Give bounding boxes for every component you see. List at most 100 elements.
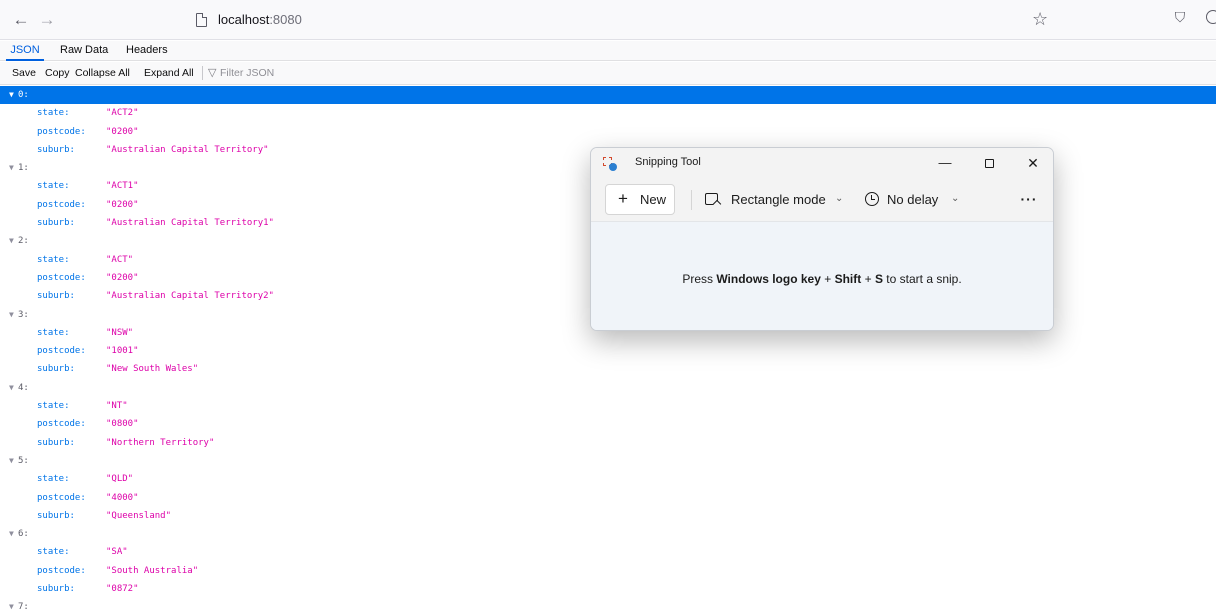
snipping-tool-titlebar[interactable]: Snipping Tool — ✕ xyxy=(591,148,1053,178)
window-title: Snipping Tool xyxy=(635,156,701,168)
json-value: "Australian Capital Territory" xyxy=(106,144,269,155)
expand-all-button[interactable]: Expand All xyxy=(144,67,194,79)
json-value: "QLD" xyxy=(106,474,134,485)
json-field-row[interactable]: state: "SA" xyxy=(0,543,1216,561)
expand-twisty-icon[interactable]: ▼ xyxy=(9,86,14,104)
json-field-row[interactable]: postcode: "0800" xyxy=(0,415,1216,433)
expand-twisty-icon[interactable]: ▼ xyxy=(9,525,14,543)
url-host: localhost xyxy=(218,12,270,27)
json-item-row[interactable]: ▼ 0: xyxy=(0,86,1216,105)
plus-icon: + xyxy=(618,189,628,208)
tab-headers[interactable]: Headers xyxy=(126,41,168,61)
rectangle-mode-icon[interactable] xyxy=(705,193,718,205)
bookmark-star-icon[interactable]: ☆ xyxy=(1032,8,1048,30)
json-value: "South Australia" xyxy=(106,565,199,576)
clock-icon[interactable] xyxy=(865,192,879,206)
json-field-row[interactable]: suburb: "Northern Territory" xyxy=(0,434,1216,452)
new-button-label: New xyxy=(640,192,667,207)
json-key: suburb: xyxy=(37,144,75,155)
json-value: "1001" xyxy=(106,346,139,357)
minimize-icon[interactable]: — xyxy=(931,152,959,174)
commandbar-divider xyxy=(691,190,692,210)
collapse-all-button[interactable]: Collapse All xyxy=(75,67,130,79)
json-field-row[interactable]: state: "NT" xyxy=(0,397,1216,415)
new-snip-button[interactable]: + New xyxy=(605,184,675,215)
tab-raw-data[interactable]: Raw Data xyxy=(60,41,108,61)
item-index: 2: xyxy=(18,236,29,247)
address-bar[interactable]: localhost:8080 xyxy=(186,5,1064,35)
json-value: "0200" xyxy=(106,272,139,283)
json-field-row[interactable]: postcode: "1001" xyxy=(0,342,1216,360)
json-field-row[interactable]: state: "QLD" xyxy=(0,470,1216,488)
delay-dropdown[interactable]: No delay xyxy=(887,192,938,207)
json-key: postcode: xyxy=(37,272,86,283)
json-item-row[interactable]: ▼ 6: xyxy=(0,525,1216,543)
json-key: state: xyxy=(37,547,70,558)
maximize-icon[interactable] xyxy=(975,152,1003,174)
item-index: 5: xyxy=(18,455,29,466)
json-field-row[interactable]: state: "ACT2" xyxy=(0,104,1216,122)
copy-button[interactable]: Copy xyxy=(45,67,70,79)
filter-icon: ▽ xyxy=(208,67,217,79)
json-key: suburb: xyxy=(37,364,75,375)
close-icon[interactable]: ✕ xyxy=(1019,152,1047,174)
snip-hint-text: Press Windows logo key + Shift + S to st… xyxy=(682,272,962,286)
pocket-icon[interactable]: ⛉ xyxy=(1172,9,1188,25)
filter-json-input[interactable] xyxy=(220,64,420,82)
json-item-row[interactable]: ▼ 4: xyxy=(0,379,1216,397)
hint-key-shift: Shift xyxy=(834,272,862,286)
snipping-tool-window: Snipping Tool — ✕ + New Rectangle mode ⌄… xyxy=(590,147,1054,331)
json-field-row[interactable]: postcode: "South Australia" xyxy=(0,562,1216,580)
forward-arrow-icon[interactable]: → xyxy=(36,9,58,31)
expand-twisty-icon[interactable]: ▼ xyxy=(9,598,14,615)
json-key: postcode: xyxy=(37,126,86,137)
snipping-tool-commandbar: + New Rectangle mode ⌄ No delay ⌄ ··· xyxy=(591,178,1053,222)
back-arrow-icon[interactable]: ← xyxy=(10,9,32,31)
json-key: postcode: xyxy=(37,565,86,576)
chevron-down-icon[interactable]: ⌄ xyxy=(951,193,959,204)
json-key: postcode: xyxy=(37,199,86,210)
json-key: state: xyxy=(37,327,70,338)
json-key: state: xyxy=(37,254,70,265)
account-icon[interactable] xyxy=(1206,10,1216,24)
json-key: state: xyxy=(37,181,70,192)
json-value: "0200" xyxy=(106,199,139,210)
url-text[interactable]: localhost:8080 xyxy=(218,12,302,27)
json-key: postcode: xyxy=(37,346,86,357)
expand-twisty-icon[interactable]: ▼ xyxy=(9,306,14,324)
json-value: "ACT1" xyxy=(106,181,139,192)
expand-twisty-icon[interactable]: ▼ xyxy=(9,379,14,397)
json-field-row[interactable]: suburb: "Queensland" xyxy=(0,507,1216,525)
page-icon xyxy=(196,13,207,27)
json-item-row[interactable]: ▼ 7: xyxy=(0,598,1216,615)
json-value: "4000" xyxy=(106,492,139,503)
json-key: suburb: xyxy=(37,584,75,595)
json-key: state: xyxy=(37,108,70,119)
json-item-row[interactable]: ▼ 5: xyxy=(0,452,1216,470)
json-field-row[interactable]: postcode: "0200" xyxy=(0,123,1216,141)
json-value: "NSW" xyxy=(106,327,134,338)
item-index: 4: xyxy=(18,382,29,393)
expand-twisty-icon[interactable]: ▼ xyxy=(9,452,14,470)
json-value: "0872" xyxy=(106,584,139,595)
json-key: suburb: xyxy=(37,291,75,302)
json-field-row[interactable]: postcode: "4000" xyxy=(0,489,1216,507)
json-value: "Australian Capital Territory1" xyxy=(106,218,274,229)
hint-key-s: S xyxy=(874,272,883,286)
json-value: "0200" xyxy=(106,126,139,137)
expand-twisty-icon[interactable]: ▼ xyxy=(9,232,14,250)
json-value: "Queensland" xyxy=(106,510,172,521)
snipping-tool-app-icon xyxy=(603,157,617,171)
item-index: 7: xyxy=(18,602,29,613)
snipping-tool-body: Press Windows logo key + Shift + S to st… xyxy=(591,223,1053,330)
more-options-icon[interactable]: ··· xyxy=(1015,188,1043,212)
json-field-row[interactable]: suburb: "0872" xyxy=(0,580,1216,598)
snip-mode-dropdown[interactable]: Rectangle mode xyxy=(731,192,826,207)
tab-json[interactable]: JSON xyxy=(6,41,44,61)
expand-twisty-icon[interactable]: ▼ xyxy=(9,159,14,177)
save-button[interactable]: Save xyxy=(12,67,36,79)
json-value: "New South Wales" xyxy=(106,364,199,375)
item-index: 6: xyxy=(18,529,29,540)
json-field-row[interactable]: suburb: "New South Wales" xyxy=(0,360,1216,378)
chevron-down-icon[interactable]: ⌄ xyxy=(835,193,843,204)
